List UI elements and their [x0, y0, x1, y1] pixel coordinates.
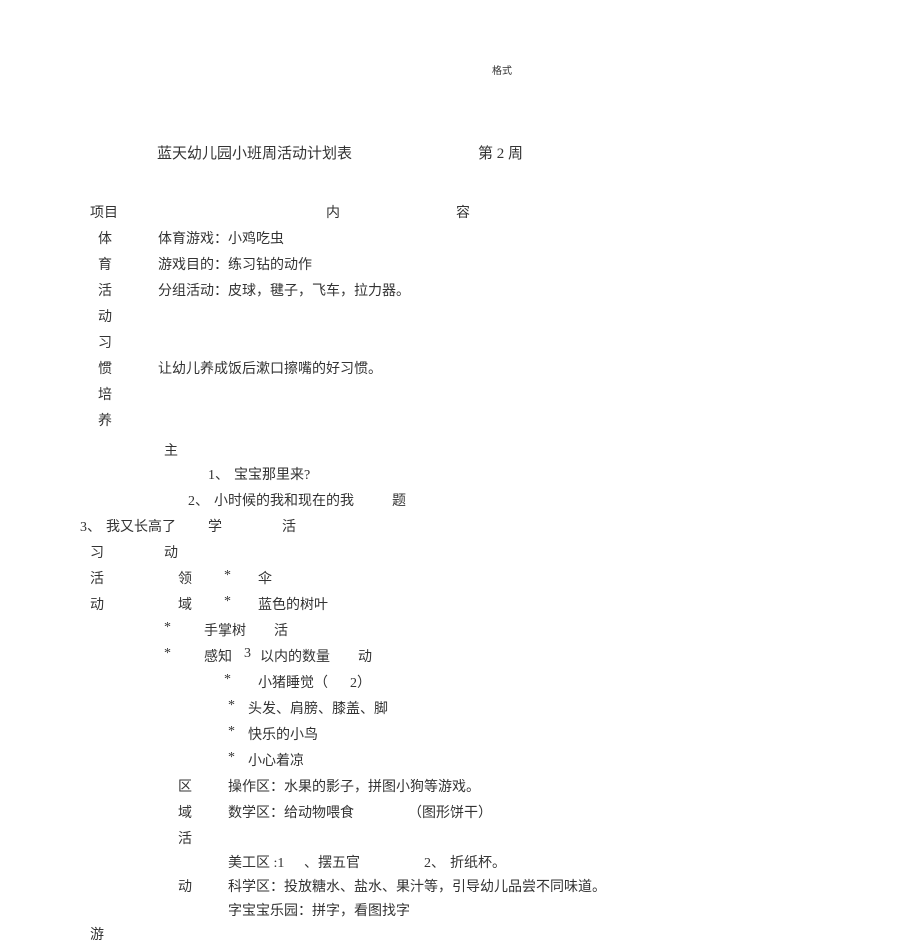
zone-line1: 操作区：水果的影子，拼图小狗等游戏。: [228, 776, 480, 796]
domain-item2: 蓝色的树叶: [258, 594, 328, 614]
domain-item1: 伞: [258, 568, 272, 588]
bullet-5: *: [224, 672, 231, 688]
domain-suffix-2: 动: [358, 646, 372, 666]
zone-label-4: 动: [178, 876, 192, 896]
habit-label-3: 培: [98, 384, 112, 404]
theme-item3-num: 3、: [80, 516, 101, 536]
format-label: 格式: [492, 62, 512, 77]
domain-suffix-1: 活: [274, 620, 288, 640]
theme-item2-text: 小时候的我和现在的我: [214, 490, 354, 510]
domain-label-1: 领: [178, 568, 192, 588]
theme-label: 主: [164, 440, 178, 460]
pe-label-3: 活: [98, 280, 112, 300]
habit-label-1: 习: [98, 332, 112, 352]
domain-item6: 头发、肩膀、膝盖、脚: [248, 698, 388, 718]
domain-item5-pre: 小猪睡觉（: [258, 672, 328, 692]
bullet-1: *: [224, 568, 231, 584]
theme-item3-suffix: 活: [282, 516, 296, 536]
zone-line2-b: （图形饼干）: [408, 802, 492, 822]
zone-line2-a: 数学区：给动物喂食: [228, 802, 354, 822]
domain-label-2: 域: [178, 594, 192, 614]
theme-item3-text: 我又长高了: [106, 516, 176, 536]
bullet-3: *: [164, 620, 171, 636]
domain-item4-num: 3: [244, 646, 251, 662]
domain-item4-post: 以内的数量: [260, 646, 330, 666]
theme-item3-mid: 学: [208, 516, 222, 536]
zone-line4: 科学区：投放糖水、盐水、果汁等，引导幼儿品尝不同味道。: [228, 876, 606, 896]
theme-item1-num: 1、: [208, 464, 229, 484]
bullet-8: *: [228, 750, 235, 766]
domain-item3: 手掌树: [204, 620, 246, 640]
bullet-6: *: [228, 698, 235, 714]
pe-label-2: 育: [98, 254, 112, 274]
col-header-project: 项目: [90, 202, 118, 222]
theme-item2-suffix: 题: [392, 490, 406, 510]
domain-item7: 快乐的小鸟: [248, 724, 318, 744]
domain-item8: 小心着凉: [248, 750, 304, 770]
habit-content: 让幼儿养成饭后漱口擦嘴的好习惯。: [158, 358, 382, 378]
zone-label-3: 活: [178, 828, 192, 848]
habit-label-2: 惯: [98, 358, 112, 378]
study-col-char1: 习: [90, 542, 104, 562]
pe-label-4: 动: [98, 306, 112, 326]
zone-label-1: 区: [178, 776, 192, 796]
theme-item1-text: 宝宝那里来?: [234, 464, 310, 484]
zone-line3-d: 折纸杯。: [450, 852, 506, 872]
study-col-char1-suffix: 动: [164, 542, 178, 562]
game-label: 游: [90, 924, 104, 944]
pe-line1: 体育游戏：小鸡吃虫: [158, 228, 284, 248]
theme-item2-num: 2、: [188, 490, 209, 510]
week-label: 第 2 周: [478, 142, 523, 163]
col-header-content-right: 容: [456, 202, 470, 222]
pe-label-1: 体: [98, 228, 112, 248]
zone-line5: 字宝宝乐园：拼字，看图找字: [228, 900, 410, 920]
domain-item5-num: 2）: [350, 672, 371, 692]
zone-line3-a: 美工区 :1: [228, 852, 284, 872]
zone-line3-b: 、摆五官: [304, 852, 360, 872]
study-col-char3: 动: [90, 594, 104, 614]
zone-line3-c: 2、: [424, 852, 445, 872]
bullet-7: *: [228, 724, 235, 740]
domain-item4-pre: 感知: [204, 646, 232, 666]
study-col-char2: 活: [90, 568, 104, 588]
bullet-4: *: [164, 646, 171, 662]
pe-line2: 游戏目的：练习钻的动作: [158, 254, 312, 274]
pe-line3: 分组活动：皮球，毽子，飞车，拉力器。: [158, 280, 410, 300]
bullet-2: *: [224, 594, 231, 610]
doc-title: 蓝天幼儿园小班周活动计划表: [157, 142, 352, 163]
habit-label-4: 养: [98, 410, 112, 430]
zone-label-2: 域: [178, 802, 192, 822]
col-header-content-left: 内: [326, 202, 340, 222]
